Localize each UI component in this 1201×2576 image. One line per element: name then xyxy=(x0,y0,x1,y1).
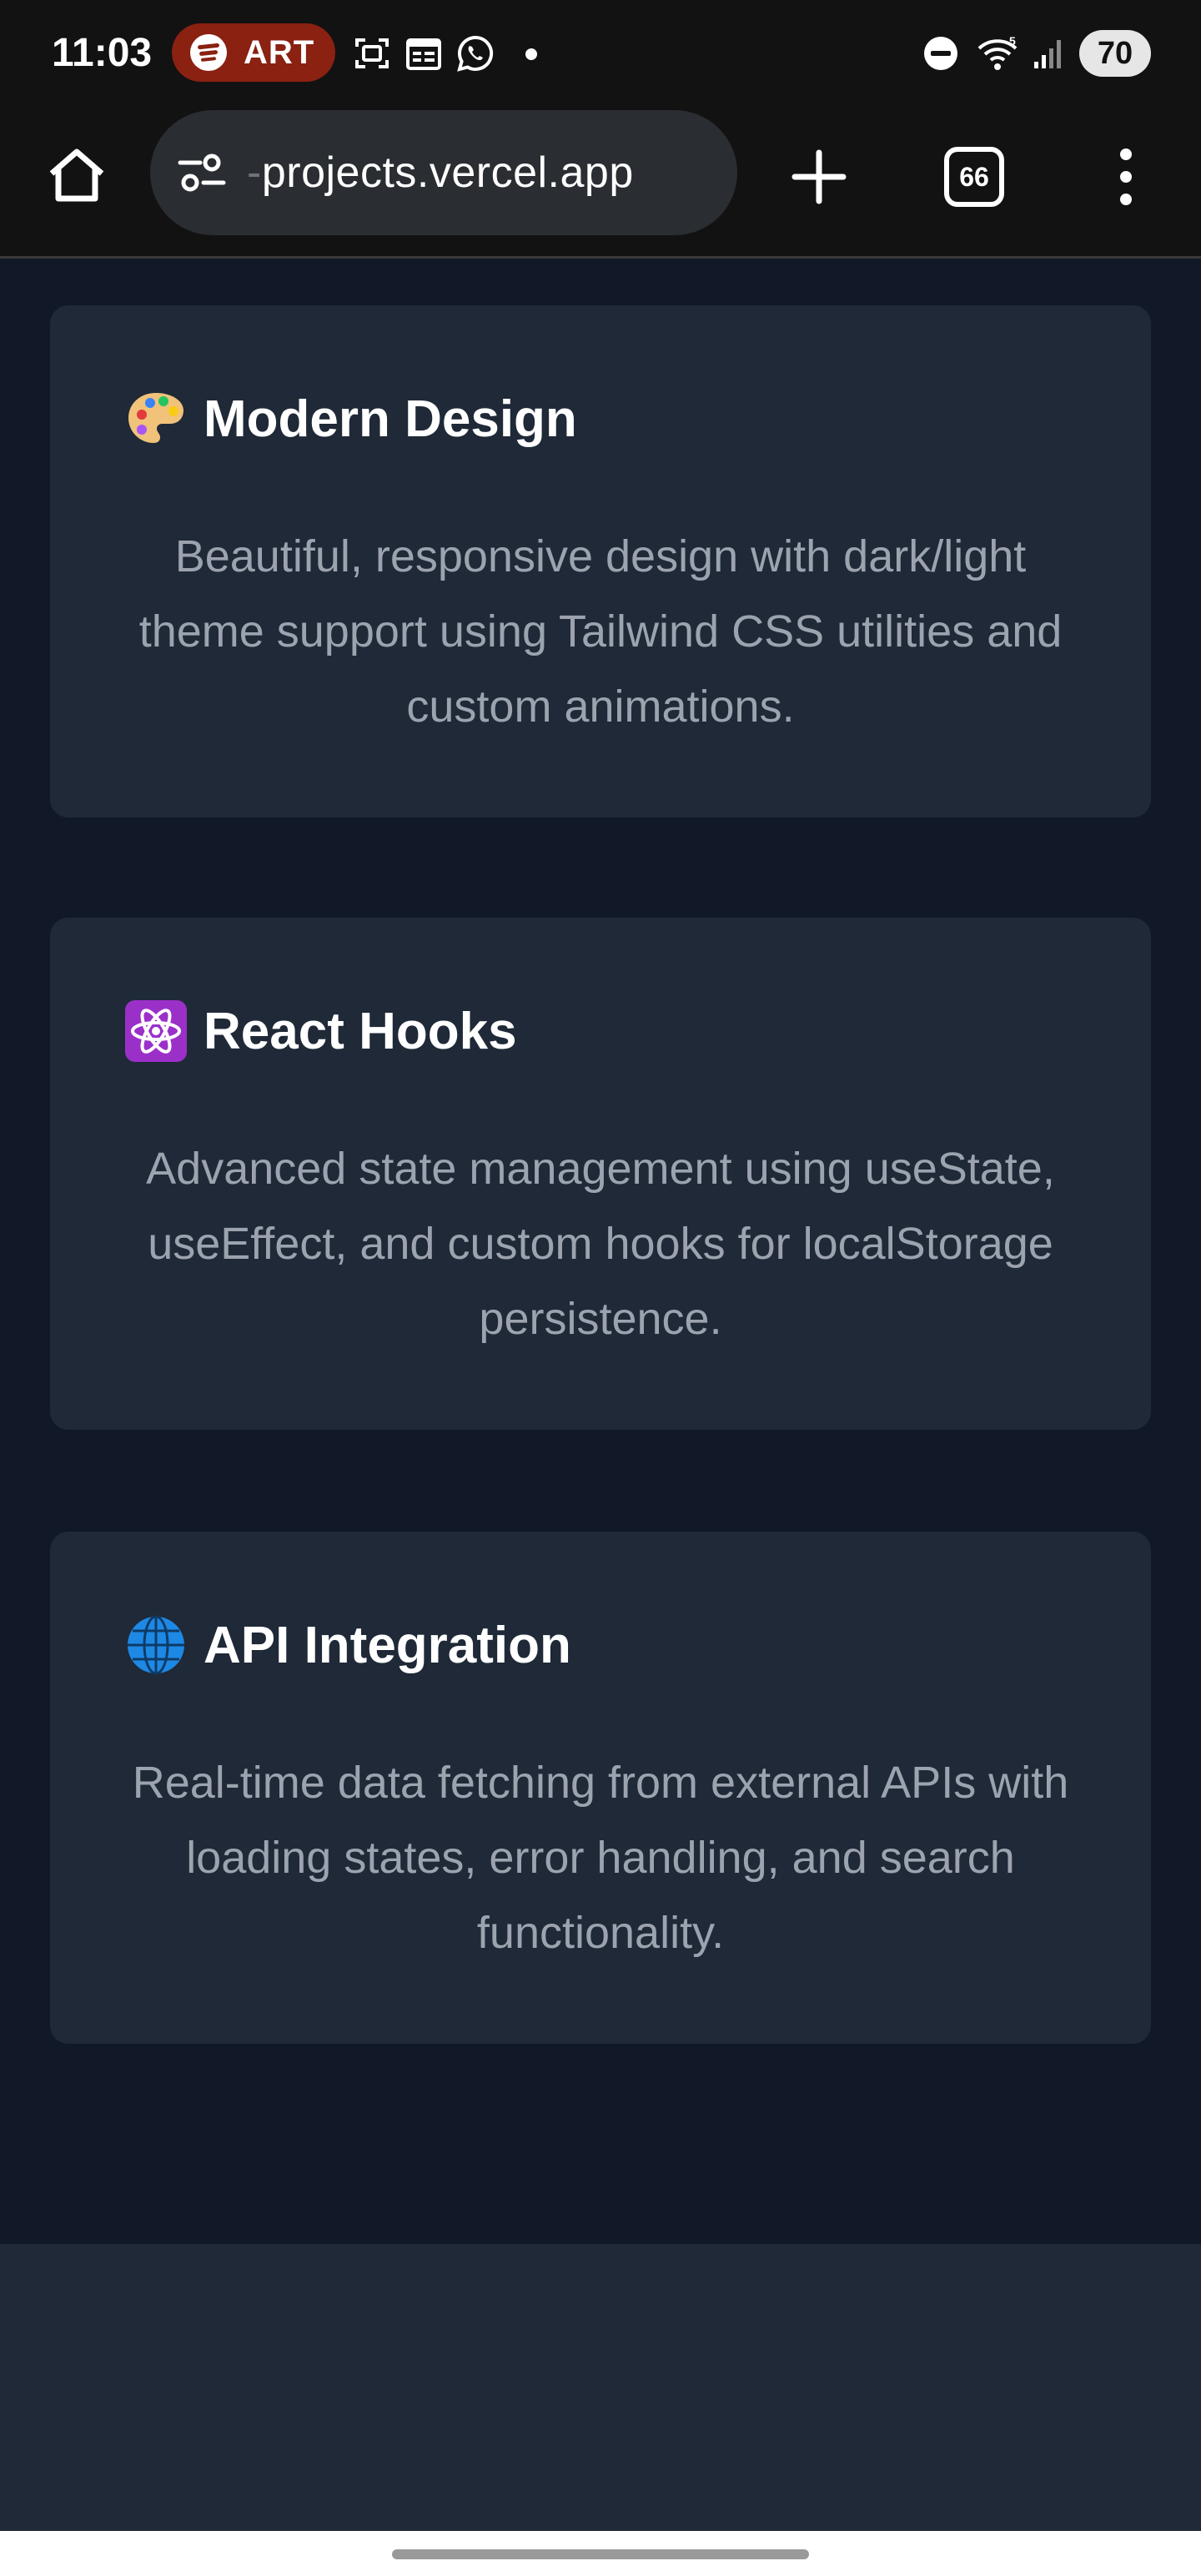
card-description: Real-time data fetching from external AP… xyxy=(132,1758,1069,1958)
page-content: Modern Design Beautiful, responsive desi… xyxy=(0,259,1201,2244)
home-button[interactable] xyxy=(42,140,112,210)
card-title: React Hooks xyxy=(123,998,517,1064)
card-description: Beautiful, responsive design with dark/l… xyxy=(138,531,1063,732)
home-icon xyxy=(49,148,104,202)
status-bar: 11:03 ART 5 70 xyxy=(0,0,1201,105)
calendar-icon xyxy=(406,38,441,70)
system-navigation-bar xyxy=(0,2531,1201,2576)
menu-dot xyxy=(1120,170,1132,183)
menu-dot xyxy=(1120,193,1132,205)
notification-dot-icon xyxy=(525,48,537,60)
screenshot-icon xyxy=(355,38,389,68)
new-tab-icon xyxy=(791,149,847,204)
spotify-label: ART xyxy=(244,33,315,71)
gesture-handle[interactable] xyxy=(392,2549,809,2559)
card-title-text: Modern Design xyxy=(204,390,577,448)
artist-palette-icon xyxy=(128,393,183,443)
feature-card-modern-design: Modern Design Beautiful, responsive desi… xyxy=(50,305,1151,818)
atom-symbol-icon xyxy=(125,1000,187,1062)
globe-icon xyxy=(128,1615,184,1675)
overflow-menu-icon[interactable] xyxy=(1101,138,1151,215)
site-settings-icon[interactable] xyxy=(175,146,229,199)
page-footer xyxy=(0,2244,1201,2531)
feature-card-api-integration: API Integration Real-time data fetching … xyxy=(50,1532,1151,2044)
do-not-disturb-icon xyxy=(924,37,957,70)
tab-switcher-icon[interactable]: 66 xyxy=(944,147,1004,207)
svg-text:5: 5 xyxy=(1009,34,1016,48)
browser-toolbar: -projects.vercel.app 66 xyxy=(0,105,1201,259)
spotify-icon xyxy=(190,34,227,71)
card-title-text: React Hooks xyxy=(204,1002,517,1060)
battery-icon: 70 xyxy=(1079,30,1151,77)
url-faded-prefix: - xyxy=(247,148,262,197)
card-description: Advanced state management using useState… xyxy=(146,1144,1055,1344)
card-title: Modern Design xyxy=(123,385,577,452)
wifi-icon: 5 xyxy=(977,34,1018,70)
signal-icon xyxy=(1034,40,1061,68)
feature-card-react-hooks: React Hooks Advanced state management us… xyxy=(50,918,1151,1430)
card-title: API Integration xyxy=(123,1612,571,1678)
card-title-text: API Integration xyxy=(204,1616,571,1674)
new-tab-button[interactable] xyxy=(784,142,854,212)
whatsapp-icon xyxy=(457,35,494,72)
address-bar[interactable]: -projects.vercel.app xyxy=(150,110,737,235)
url-domain: projects.vercel.app xyxy=(261,148,634,197)
url-text: -projects.vercel.app xyxy=(247,148,634,198)
spotify-media-chip[interactable]: ART xyxy=(172,23,335,82)
status-time: 11:03 xyxy=(52,31,153,75)
menu-dot xyxy=(1120,148,1132,161)
